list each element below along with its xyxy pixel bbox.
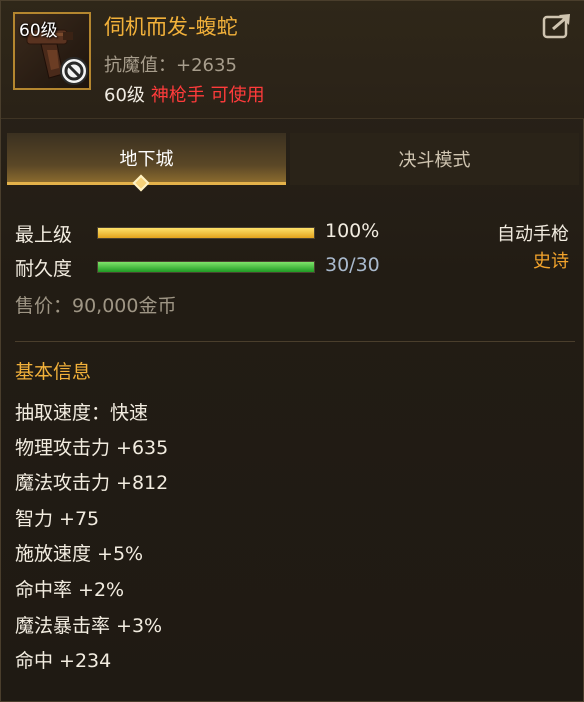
divider: [15, 341, 575, 342]
item-level-badge: 60级: [19, 21, 58, 41]
durability-bar: [97, 261, 315, 273]
requirement-line: 60级 神枪手 可使用: [104, 81, 265, 107]
tab-dungeon[interactable]: 地下城: [7, 133, 286, 185]
basic-info-title: 基本信息: [15, 361, 92, 383]
durability-bar-fill: [98, 262, 314, 272]
share-icon[interactable]: [541, 11, 573, 41]
attribute-line: 抽取速度：快速: [15, 402, 149, 424]
attribute-line: 物理攻击力 +635: [15, 437, 169, 459]
attribute-line: 命中 +234: [15, 650, 112, 672]
mode-tabs: 地下城 决斗模式: [7, 133, 579, 185]
upgrade-value: 100%: [325, 220, 380, 242]
attribute-line: 命中率 +2%: [15, 579, 125, 601]
upgrade-bar: [97, 227, 315, 239]
attribute-line: 魔法攻击力 +812: [15, 472, 169, 494]
durability-value: 30/30: [325, 254, 380, 276]
item-slot[interactable]: 60级: [13, 12, 91, 90]
durability-label: 耐久度: [15, 258, 73, 280]
attribute-line: 魔法暴击率 +3%: [15, 615, 163, 637]
magic-resist: 抗魔值：+2635: [104, 55, 237, 76]
upgrade-label: 最上级: [15, 224, 73, 246]
upgrade-bar-fill: [98, 228, 314, 238]
item-header: 60级 伺机而发-蝮蛇 抗魔值：+2635 60级 神枪手 可使用: [1, 1, 584, 119]
item-tooltip-panel: 60级 伺机而发-蝮蛇 抗魔值：+2635 60级 神枪手 可使用 地下城 决斗模…: [0, 0, 584, 702]
tab-pvp[interactable]: 决斗模式: [290, 133, 579, 185]
attribute-line: 智力 +75: [15, 508, 100, 530]
weapon-type: 自动手枪: [497, 224, 569, 245]
no-sign-icon: [60, 57, 88, 85]
item-name: 伺机而发-蝮蛇: [104, 15, 238, 39]
attribute-line: 施放速度 +5%: [15, 543, 144, 565]
rarity: 史诗: [533, 251, 569, 272]
sale-price: 售价：90,000金币: [15, 295, 177, 317]
required-class: 神枪手 可使用: [150, 85, 265, 106]
required-level: 60级: [104, 85, 145, 106]
